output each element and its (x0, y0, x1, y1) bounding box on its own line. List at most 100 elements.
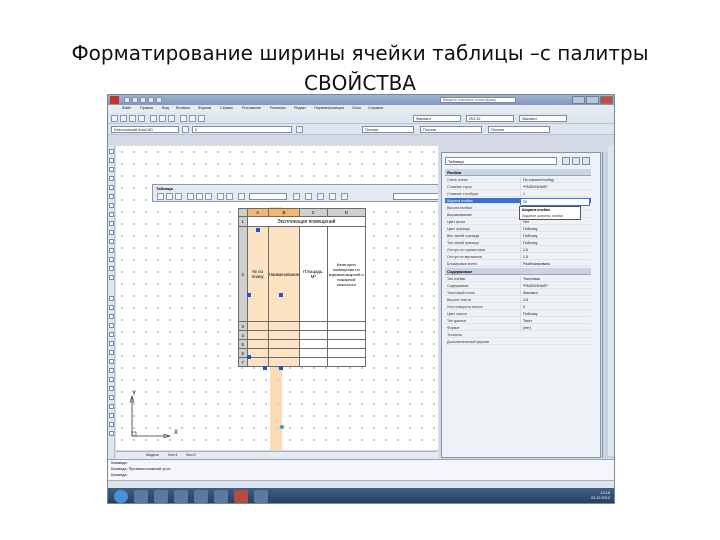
cell-style-combo[interactable] (393, 193, 438, 200)
property-row[interactable]: Тип данных Текст (445, 318, 591, 324)
selection-combo[interactable]: Таблица (445, 157, 557, 165)
property-row[interactable]: Цвет границы ПоБлоку (445, 226, 591, 232)
open-icon[interactable] (120, 115, 127, 122)
property-row[interactable]: Формат (нет) (445, 325, 591, 331)
data-format-icon[interactable] (305, 193, 312, 200)
table-cell[interactable] (326, 357, 367, 367)
table-icon[interactable] (109, 266, 114, 271)
insert-column-right-icon[interactable] (196, 193, 203, 200)
table-cell[interactable] (326, 339, 367, 349)
new-file-icon[interactable] (124, 97, 130, 103)
delete-column-icon[interactable] (205, 193, 212, 200)
properties-icon[interactable] (198, 115, 205, 122)
col-header-c[interactable]: C (299, 208, 328, 217)
row-header[interactable]: 5 (238, 339, 248, 349)
table-cell[interactable] (299, 330, 328, 340)
cell-section-header[interactable]: Ячейка (445, 169, 591, 176)
line-icon[interactable] (109, 149, 114, 154)
property-value[interactable]: (нет) (520, 325, 590, 331)
paste-icon[interactable] (168, 115, 175, 122)
mtext-icon[interactable] (109, 275, 114, 280)
property-row[interactable]: Вес линий границы ПоБлоку (445, 233, 591, 239)
table-cell[interactable] (246, 339, 269, 349)
table-cell[interactable]: Наименование (267, 226, 301, 322)
property-row[interactable]: Текстовый стиль Standard (445, 290, 591, 296)
media-taskbar-icon[interactable] (174, 490, 188, 503)
break-icon[interactable] (109, 395, 114, 400)
fillet-icon[interactable] (109, 422, 114, 427)
table-cell[interactable] (267, 321, 301, 331)
drawing-area[interactable]: Таблица A B C D 1 Экспликация помещений … (116, 146, 438, 450)
row-header[interactable]: 7 (238, 357, 248, 367)
col-header-d[interactable]: D (326, 208, 367, 217)
hatch-icon[interactable] (109, 248, 114, 253)
property-value[interactable]: *РАЗЛИЧНЫЕ* (520, 184, 590, 190)
start-button[interactable] (114, 490, 128, 503)
property-value[interactable]: 1.5 (520, 254, 590, 260)
menu-insert[interactable]: Вставка (176, 106, 190, 110)
taskbar-clock[interactable]: 13:16 03.12.2012 (591, 491, 610, 501)
menu-help[interactable]: Справка (368, 106, 383, 110)
property-row[interactable]: Стиль ячеек По строке/столбцу (445, 177, 591, 183)
chamfer-icon[interactable] (109, 413, 114, 418)
table-grip[interactable] (279, 366, 283, 370)
table-cell[interactable] (326, 348, 367, 358)
mirror-icon[interactable] (109, 314, 114, 319)
table-cell[interactable] (299, 321, 328, 331)
menu-draw[interactable]: Рисование (242, 106, 261, 110)
scale-icon[interactable] (109, 359, 114, 364)
property-row[interactable]: Тип линий границы ПоБлоку (445, 240, 591, 246)
table-grip[interactable] (263, 366, 267, 370)
close-button[interactable] (600, 96, 613, 104)
spline-icon[interactable] (109, 212, 114, 217)
rectangle-icon[interactable] (109, 185, 114, 190)
autocad-logo-icon[interactable] (110, 96, 119, 104)
autocad-taskbar-icon[interactable] (234, 490, 248, 503)
property-row[interactable]: Дополнительный формат (445, 339, 591, 345)
text-style-combo[interactable]: Standard (413, 115, 461, 122)
property-value[interactable]: ПоБлоку (520, 226, 590, 232)
lock-icon[interactable] (293, 193, 300, 200)
maximize-button[interactable] (586, 96, 599, 104)
table-grip[interactable] (280, 425, 284, 429)
copy-icon[interactable] (159, 115, 166, 122)
trim-icon[interactable] (109, 377, 114, 382)
table-title-cell[interactable]: Экспликация помещений (246, 216, 366, 227)
copy-object-icon[interactable] (109, 305, 114, 310)
property-value[interactable]: ПоБлоку (520, 233, 590, 239)
ellipse-icon[interactable] (109, 221, 114, 226)
region-icon[interactable] (109, 257, 114, 262)
row-header[interactable]: 2 (238, 226, 248, 322)
insert-block-cell-icon[interactable] (317, 193, 324, 200)
property-value[interactable]: ПоБлоку (520, 240, 590, 246)
command-prompt[interactable]: Команда: (111, 473, 128, 477)
tab-model[interactable]: Модель (146, 453, 159, 457)
property-value[interactable]: 1 (520, 191, 590, 197)
content-section-header[interactable]: Содержимое (445, 268, 591, 275)
new-icon[interactable] (111, 115, 118, 122)
row-header[interactable]: 3 (238, 321, 248, 331)
row-header[interactable]: 4 (238, 330, 248, 340)
explode-icon[interactable] (109, 431, 114, 436)
table-grip[interactable] (247, 355, 251, 359)
pan-icon[interactable] (180, 115, 187, 122)
property-value[interactable]: *РАЗЛИЧНЫЕ* (520, 283, 590, 289)
table-style-combo[interactable]: Standard (519, 115, 567, 122)
alignment-combo[interactable] (249, 193, 287, 200)
linetype-combo[interactable]: Послою (420, 126, 482, 133)
point-icon[interactable] (109, 239, 114, 244)
delete-row-icon[interactable] (175, 193, 182, 200)
property-row[interactable]: Точность (445, 332, 591, 338)
table-cell[interactable] (246, 321, 269, 331)
table-grip[interactable] (256, 228, 260, 232)
erase-icon[interactable] (109, 296, 114, 301)
table-cell[interactable] (299, 339, 328, 349)
quick-select-icon[interactable] (582, 157, 590, 165)
menu-tools[interactable]: Сервис (220, 106, 233, 110)
lineweight-combo[interactable]: Послою (488, 126, 550, 133)
tab-layout1[interactable]: Лист1 (168, 453, 178, 457)
construction-line-icon[interactable] (109, 158, 114, 163)
cut-icon[interactable] (150, 115, 157, 122)
unmerge-cells-icon[interactable] (226, 193, 233, 200)
property-value[interactable]: 0 (520, 304, 590, 310)
